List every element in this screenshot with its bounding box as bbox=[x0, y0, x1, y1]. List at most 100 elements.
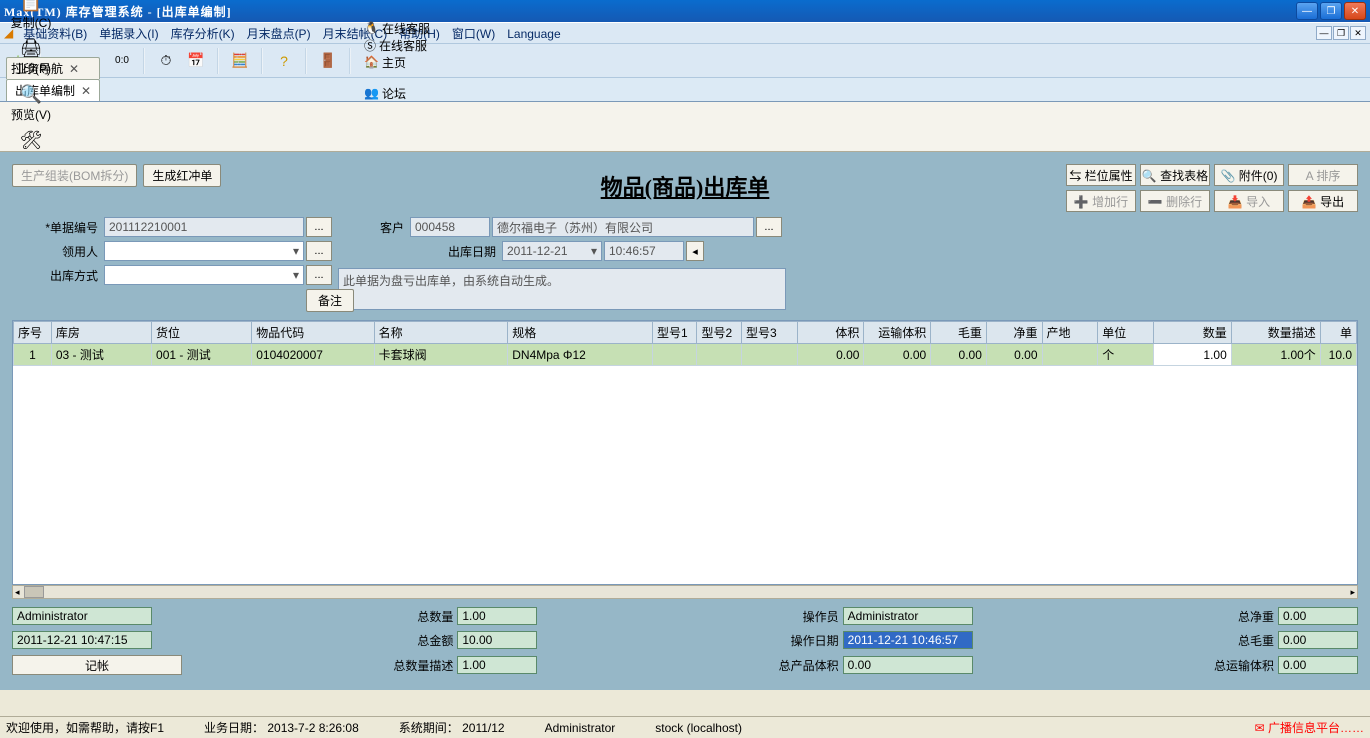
column-header[interactable]: 净重 bbox=[986, 322, 1042, 344]
column-header[interactable]: 名称 bbox=[374, 322, 508, 344]
column-header[interactable]: 型号3 bbox=[742, 322, 798, 344]
menu-item[interactable]: 单据录入(I) bbox=[93, 27, 164, 41]
red-flush-button[interactable]: 生成红冲单 bbox=[143, 164, 221, 187]
toolbar-link[interactable]: 🏠主页 bbox=[360, 54, 434, 71]
column-header[interactable]: 单 bbox=[1320, 322, 1356, 344]
totamt-box: 10.00 bbox=[457, 631, 537, 649]
outdate-label: 出库日期 bbox=[410, 243, 500, 260]
totqty-label: 总数量 bbox=[373, 608, 453, 625]
line-items-grid[interactable]: 序号库房货位物品代码名称规格型号1型号2型号3体积运输体积毛重净重产地单位数量数… bbox=[12, 320, 1358, 585]
docno-input[interactable]: 201112210001 bbox=[104, 217, 304, 237]
action-复制(C)[interactable]: 📋复制(C) bbox=[4, 0, 58, 35]
status-user: Administrator bbox=[545, 721, 616, 735]
status-bizdate: 业务日期： 2013-7-2 8:26:08 bbox=[204, 719, 359, 736]
toolbar-link[interactable]: 🐧在线客服 bbox=[360, 20, 434, 37]
grid-tool[interactable]: ➕ 增加行 bbox=[1066, 190, 1136, 212]
header-form: *单据编号 201112210001 ... 客户 000458 德尔福电子（苏… bbox=[12, 217, 1358, 312]
mode-combo[interactable]: ▾ bbox=[104, 265, 304, 285]
tab-close-icon[interactable]: ✕ bbox=[81, 84, 91, 98]
note-textarea[interactable]: 此单据为盘亏出库单，由系统自动生成。 bbox=[338, 268, 786, 310]
column-header[interactable]: 库房 bbox=[51, 322, 151, 344]
column-header[interactable]: 单位 bbox=[1098, 322, 1154, 344]
receiver-label: 领用人 bbox=[12, 243, 102, 260]
totpvol-box: 0.00 bbox=[843, 656, 973, 674]
column-header[interactable]: 数量描述 bbox=[1231, 322, 1320, 344]
menu-item[interactable]: 月末盘点(P) bbox=[241, 27, 317, 41]
column-header[interactable]: 体积 bbox=[797, 322, 864, 344]
quick-toolbar: ☆ ▼ ▲ 0:0 ⏱ 📅 🧮 ? 🚪 🐧在线客服Ⓢ在线客服🏠主页👥论坛 bbox=[0, 44, 1370, 78]
grid-tool[interactable]: 📎 附件(0) bbox=[1214, 164, 1284, 186]
action-打印(P)[interactable]: 🖨打印(P) bbox=[4, 35, 58, 81]
close-button[interactable]: ✕ bbox=[1344, 2, 1366, 20]
mdi-close[interactable]: ✕ bbox=[1350, 26, 1366, 40]
customer-name-input[interactable]: 德尔福电子（苏州）有限公司 bbox=[492, 217, 754, 237]
maximize-button[interactable]: ❐ bbox=[1320, 2, 1342, 20]
mdi-controls: — ❐ ✕ bbox=[1316, 26, 1366, 40]
document-title: 物品(商品)出库单 bbox=[601, 170, 770, 202]
grid-tool[interactable]: ➖ 删除行 bbox=[1140, 190, 1210, 212]
ledger-button[interactable]: 记帐 bbox=[12, 655, 182, 675]
tottvol-box: 0.00 bbox=[1278, 656, 1358, 674]
table-row[interactable]: 1 03 - 测试 001 - 测试 0104020007 卡套球阀 DN4Mp… bbox=[14, 344, 1357, 366]
docno-label: *单据编号 bbox=[12, 219, 102, 236]
column-header[interactable]: 物品代码 bbox=[252, 322, 374, 344]
menu-item[interactable]: 窗口(W) bbox=[446, 27, 501, 41]
customer-code-input[interactable]: 000458 bbox=[410, 217, 490, 237]
menu-item[interactable]: 库存分析(K) bbox=[165, 27, 241, 41]
toolbar-link[interactable]: 👥论坛 bbox=[360, 85, 434, 102]
tab-close-icon[interactable]: ✕ bbox=[69, 62, 79, 76]
action-预览(V)[interactable]: 🔍预览(V) bbox=[4, 81, 58, 127]
time-spinner[interactable]: ◂ bbox=[686, 241, 704, 261]
outtime-input[interactable]: 10:46:57 bbox=[604, 241, 684, 261]
goto-icon[interactable]: 0:0 bbox=[110, 49, 134, 73]
creator-box: Administrator bbox=[12, 607, 152, 625]
column-header[interactable]: 型号2 bbox=[697, 322, 742, 344]
docno-lookup-button[interactable]: ... bbox=[306, 217, 332, 237]
calculator-icon[interactable]: 🧮 bbox=[228, 49, 252, 73]
status-broadcast: ✉ 广播信息平台…… bbox=[1255, 719, 1364, 736]
totqtydesc-box: 1.00 bbox=[457, 656, 537, 674]
action-toolbar: 📄新单(A)✎修改(E)✖删除(D)💾保存(S)↶撤消(U)📋复制(C)🖨打印(… bbox=[0, 102, 1370, 152]
outdate-input[interactable]: 2011-12-21▾ bbox=[502, 241, 602, 261]
grid-tool[interactable]: 📥 导入 bbox=[1214, 190, 1284, 212]
main-menubar: ◢ 基础资料(B)单据录入(I)库存分析(K)月末盘点(P)月末结帐(C)帮助(… bbox=[0, 22, 1370, 44]
window-controls: — ❐ ✕ bbox=[1296, 2, 1366, 20]
toolbar-link[interactable]: Ⓢ在线客服 bbox=[360, 37, 434, 54]
status-welcome: 欢迎使用，如需帮助，请按F1 bbox=[6, 719, 164, 736]
column-header[interactable]: 运输体积 bbox=[864, 322, 931, 344]
mode-lookup-button[interactable]: ... bbox=[306, 265, 332, 285]
grid-tool[interactable]: A 排序 bbox=[1288, 164, 1358, 186]
column-header[interactable]: 毛重 bbox=[931, 322, 987, 344]
customer-lookup-button[interactable]: ... bbox=[756, 217, 782, 237]
column-header[interactable]: 规格 bbox=[508, 322, 653, 344]
status-period: 系统期间： 2011/12 bbox=[399, 719, 505, 736]
column-header[interactable]: 产地 bbox=[1042, 322, 1098, 344]
calendar-icon[interactable]: 📅 bbox=[184, 49, 208, 73]
remark-button[interactable]: 备注 bbox=[306, 289, 354, 312]
status-bar: 欢迎使用，如需帮助，请按F1 业务日期： 2013-7-2 8:26:08 系统… bbox=[0, 716, 1370, 738]
clock-icon[interactable]: ⏱ bbox=[154, 49, 178, 73]
grid-tool[interactable]: 🔍 查找表格 bbox=[1140, 164, 1210, 186]
minimize-button[interactable]: — bbox=[1296, 2, 1318, 20]
column-header[interactable]: 货位 bbox=[152, 322, 252, 344]
mdi-restore[interactable]: ❐ bbox=[1333, 26, 1349, 40]
mode-label: 出库方式 bbox=[12, 267, 102, 284]
menu-item[interactable]: Language bbox=[501, 27, 566, 41]
grid-scrollbar[interactable]: ◂ ▸ bbox=[12, 585, 1358, 599]
grid-tool[interactable]: ⇆ 栏位属性 bbox=[1066, 164, 1136, 186]
bom-split-button[interactable]: 生产组装(BOM拆分) bbox=[12, 164, 137, 187]
column-header[interactable]: 数量 bbox=[1153, 322, 1231, 344]
column-header[interactable]: 序号 bbox=[14, 322, 52, 344]
receiver-lookup-button[interactable]: ... bbox=[306, 241, 332, 261]
column-header[interactable]: 型号1 bbox=[652, 322, 697, 344]
customer-label: 客户 bbox=[338, 219, 408, 236]
exit-icon[interactable]: 🚪 bbox=[316, 49, 340, 73]
create-datetime-box: 2011-12-21 10:47:15 bbox=[12, 631, 152, 649]
receiver-combo[interactable]: ▾ bbox=[104, 241, 304, 261]
grid-tool[interactable]: 📤 导出 bbox=[1288, 190, 1358, 212]
totqty-box: 1.00 bbox=[457, 607, 537, 625]
mdi-minimize[interactable]: — bbox=[1316, 26, 1332, 40]
help-icon[interactable]: ? bbox=[272, 49, 296, 73]
totamt-label: 总金额 bbox=[373, 632, 453, 649]
totnw-box: 0.00 bbox=[1278, 607, 1358, 625]
